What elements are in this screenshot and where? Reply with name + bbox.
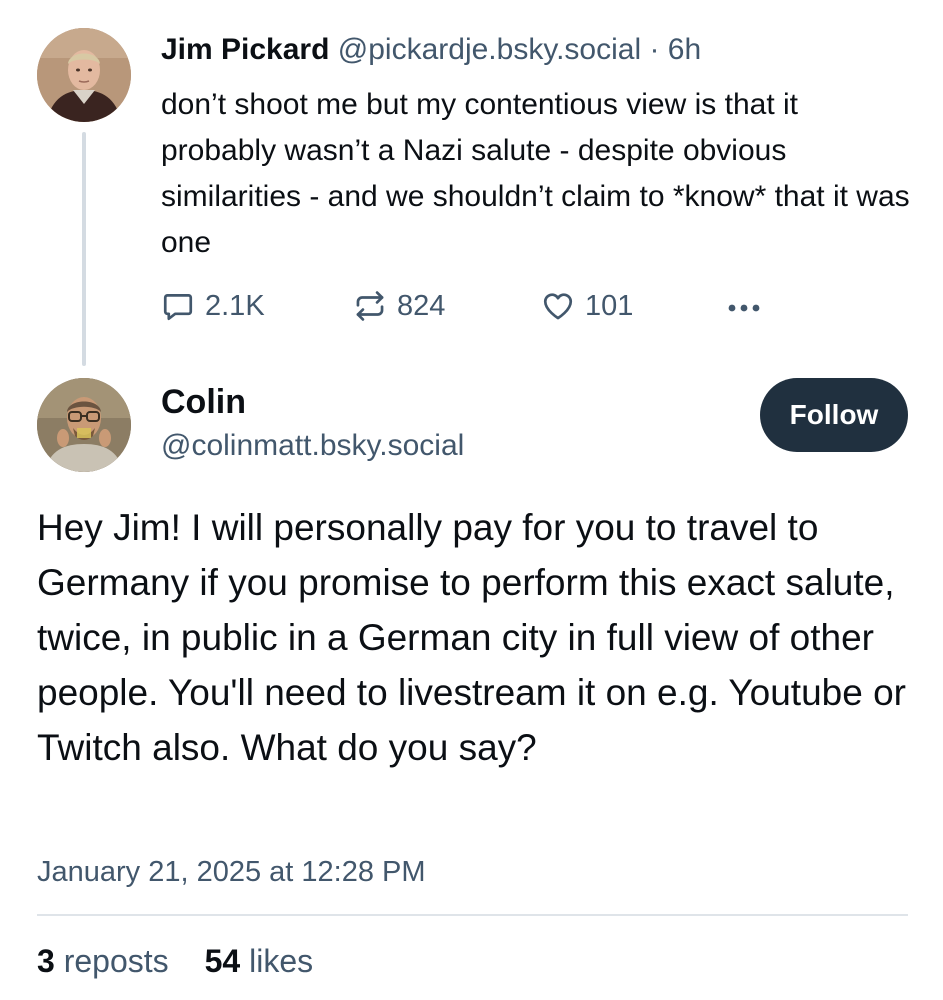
parent-post-header: Jim Pickard @pickardje.bsky.social · 6h	[161, 30, 701, 70]
reposts-label: reposts	[63, 943, 169, 979]
jim-avatar[interactable]	[37, 28, 131, 122]
jim-avatar-image	[37, 28, 131, 122]
header-separator: ·	[641, 33, 668, 66]
likes-label: likes	[249, 943, 314, 979]
stats-divider	[37, 914, 908, 916]
like-count: 101	[585, 289, 634, 322]
post-timestamp[interactable]: January 21, 2025 at 12:28 PM	[37, 852, 426, 892]
post-author-row: Colin @colinmatt.bsky.social Follow	[0, 370, 943, 480]
more-options-button[interactable]	[722, 283, 766, 329]
post-text: Hey Jim! I will personally pay for you t…	[37, 507, 906, 768]
reply-count: 2.1K	[205, 289, 265, 322]
repost-count: 824	[397, 289, 446, 322]
heart-icon	[541, 289, 575, 323]
parent-author-name[interactable]: Jim Pickard	[161, 33, 329, 66]
post-author-handle[interactable]: @colinmatt.bsky.social	[161, 426, 464, 466]
repost-arrows-icon	[353, 289, 387, 323]
reposts-stat[interactable]: 3 reposts	[37, 940, 169, 982]
post-engagement-stats: 3 reposts 54 likes	[37, 940, 313, 982]
speech-bubble-icon	[161, 289, 195, 323]
thread-connector-line	[82, 132, 86, 366]
reply-button[interactable]: 2.1K	[161, 283, 265, 329]
parent-post-text: don’t shoot me but my contentious view i…	[161, 88, 910, 259]
repost-button[interactable]: 824	[353, 283, 445, 329]
reposts-count: 3	[37, 943, 55, 979]
colin-avatar-image	[37, 378, 131, 472]
post-author-name[interactable]: Colin	[161, 380, 246, 424]
parent-post[interactable]: Jim Pickard @pickardje.bsky.social · 6h …	[0, 0, 943, 370]
parent-post-time[interactable]: 6h	[668, 33, 701, 66]
parent-author-handle[interactable]: @pickardje.bsky.social	[338, 33, 641, 66]
likes-stat[interactable]: 54 likes	[205, 940, 314, 982]
ellipsis-icon	[722, 289, 766, 323]
follow-button[interactable]: Follow	[760, 378, 908, 452]
likes-count: 54	[204, 943, 241, 979]
parent-post-actions: 2.1K 824 101	[161, 283, 801, 329]
like-button[interactable]: 101	[541, 283, 633, 329]
colin-avatar[interactable]	[37, 378, 131, 472]
